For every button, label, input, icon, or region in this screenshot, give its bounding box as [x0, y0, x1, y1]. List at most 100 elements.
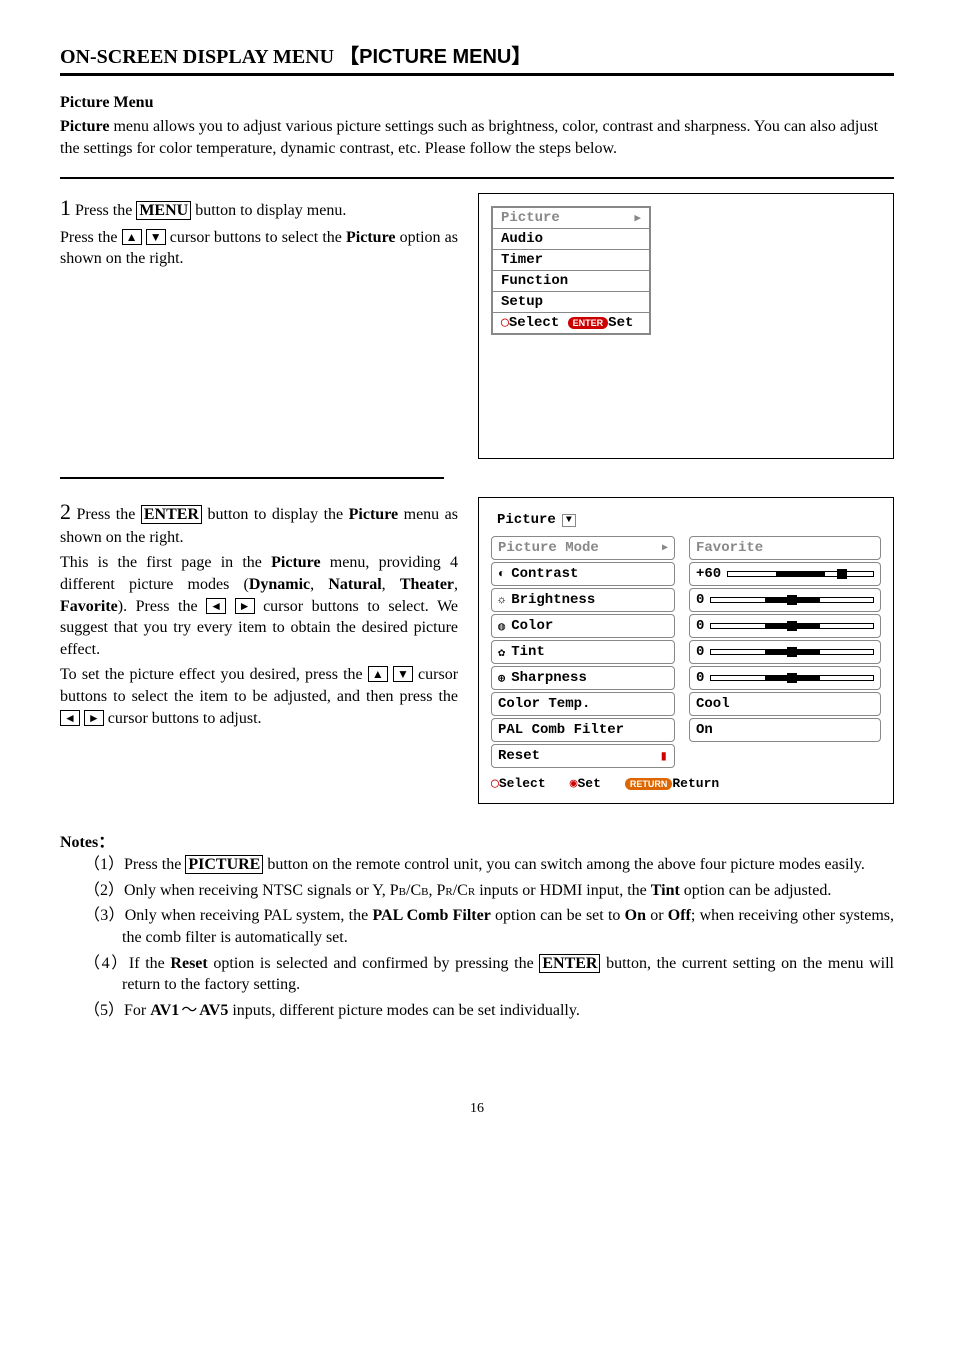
slider-thumb[interactable]	[787, 673, 797, 683]
osd-row-value-text: On	[696, 722, 713, 738]
note-1: （1）Press the PICTURE button on the remot…	[84, 854, 894, 876]
page-title: ON-SCREEN DISPLAY MENU 【PICTURE MENU】	[60, 40, 894, 69]
note-5: （5）For AV1～AV5 inputs, different picture…	[84, 1000, 894, 1022]
divider	[60, 177, 894, 179]
osd-title-text: Picture	[497, 512, 556, 528]
osd-item-audio[interactable]: Audio	[492, 229, 650, 250]
osd-row-pal-comb-filter[interactable]: PAL Comb Filter On	[491, 718, 881, 742]
osd-row-label-text: Color Temp.	[498, 696, 590, 712]
slider[interactable]	[710, 675, 874, 681]
osd-row-label: ☼Brightness	[491, 588, 675, 612]
osd-row-label-text: Tint	[511, 644, 545, 660]
osd-item-setup[interactable]: Setup	[492, 292, 650, 313]
osd-row-brightness[interactable]: ☼Brightness 0	[491, 588, 881, 612]
notes-list: （1）Press the PICTURE button on the remot…	[60, 854, 894, 1021]
right-arrow-icon: ▶	[662, 542, 668, 554]
picture-button-label: PICTURE	[185, 855, 263, 874]
osd-row-contrast[interactable]: ◐ Contrast +60	[491, 562, 881, 586]
slider[interactable]	[727, 571, 874, 577]
osd-row-color-temp-[interactable]: Color Temp. Cool	[491, 692, 881, 716]
return-pill-icon: RETURN	[625, 778, 673, 790]
osd-row-value-text: 0	[696, 670, 704, 686]
warning-icon: ▮	[660, 748, 668, 765]
note-3: （3）Only when receiving PAL system, the P…	[84, 905, 894, 948]
down-arrow-icon: ▼	[393, 666, 413, 682]
osd-row-value: On	[689, 718, 881, 742]
osd-item-picture[interactable]: Picture ▶	[492, 207, 650, 229]
osd-row-label-text: Picture Mode	[498, 540, 599, 556]
osd-label: Picture	[501, 210, 560, 226]
osd-row-label: Color Temp.	[491, 692, 675, 716]
slider[interactable]	[710, 623, 874, 629]
osd-row-label-text: Sharpness	[511, 670, 587, 686]
osd-row-value-text: 0	[696, 644, 704, 660]
osd-row-value-text: Favorite	[696, 540, 763, 556]
osd-row-sharpness[interactable]: ⊕ Sharpness 0	[491, 666, 881, 690]
osd-row-value-text: 0	[696, 618, 704, 634]
osd-row-tint[interactable]: ✿ Tint 0	[491, 640, 881, 664]
step-2-line-1: 2 Press the ENTER button to display the …	[60, 497, 458, 548]
step-1-line-1: 1 Press the MENU button to display menu.	[60, 193, 458, 223]
osd-set-label: Set	[577, 776, 600, 791]
step-2-para-2: This is the first page in the Picture me…	[60, 552, 458, 660]
contrast-icon: ◐	[498, 567, 505, 581]
osd-label: Audio	[501, 231, 543, 247]
osd-row-label-text: Reset	[498, 748, 540, 764]
osd-row-picture-mode[interactable]: Picture Mode ▶ Favorite	[491, 536, 881, 560]
osd-row-label: ◍Color	[491, 614, 675, 638]
title-prefix: ON-SCREEN DISPLAY MENU	[60, 46, 334, 68]
step-1-row: 1 Press the MENU button to display menu.…	[60, 193, 894, 459]
step-1-line-2: Press the ▲ ▼ cursor buttons to select t…	[60, 227, 458, 270]
left-arrow-icon: ◄	[206, 598, 226, 614]
osd-row-value-text: Cool	[696, 696, 730, 712]
enter-button-label: ENTER	[141, 505, 202, 524]
down-arrow-icon: ▼	[146, 229, 166, 245]
slider-thumb[interactable]	[787, 647, 797, 657]
osd-row-label-text: Contrast	[511, 566, 578, 582]
step-number-1: 1	[60, 195, 71, 220]
divider	[60, 477, 444, 479]
osd-row-label: Picture Mode ▶	[491, 536, 675, 560]
osd-label: Setup	[501, 294, 543, 310]
osd-label: Function	[501, 273, 568, 289]
step-2-row: 2 Press the ENTER button to display the …	[60, 497, 894, 804]
note-4: （4）If the Reset option is selected and c…	[84, 953, 894, 996]
osd-select-label: Select	[509, 315, 559, 331]
osd-footer: ◯Select ENTERSet	[492, 313, 650, 334]
select-icon: ◯	[501, 316, 509, 329]
tint-icon: ✿	[498, 645, 505, 660]
osd-row-value: 0	[689, 588, 881, 612]
osd-item-function[interactable]: Function	[492, 271, 650, 292]
page-number: 16	[60, 1101, 894, 1117]
osd-row-reset[interactable]: Reset ▮	[491, 744, 881, 768]
intro-text: menu allows you to adjust various pictur…	[60, 118, 878, 157]
up-arrow-icon: ▲	[368, 666, 388, 682]
osd-main-menu: Picture ▶ Audio Timer Function Setup ◯Se…	[491, 206, 651, 335]
osd-row-label: ✿ Tint	[491, 640, 675, 664]
osd-row-label-text: PAL Comb Filter	[498, 722, 624, 738]
osd-row-value: +60	[689, 562, 881, 586]
osd-row-value: Cool	[689, 692, 881, 716]
slider[interactable]	[710, 649, 874, 655]
sharpness-icon: ⊕	[498, 671, 505, 686]
picture-menu-heading: Picture Menu	[60, 94, 894, 112]
osd-row-value: Favorite	[689, 536, 881, 560]
slider-thumb[interactable]	[837, 569, 847, 579]
color-icon: ◍	[498, 619, 505, 634]
osd-item-timer[interactable]: Timer	[492, 250, 650, 271]
osd-row-color[interactable]: ◍Color 0	[491, 614, 881, 638]
osd-picture-title: Picture ▼	[491, 510, 582, 530]
osd-row-label: ◐ Contrast	[491, 562, 675, 586]
slider-thumb[interactable]	[787, 621, 797, 631]
slider[interactable]	[710, 597, 874, 603]
picture-word: Picture	[349, 506, 398, 523]
notes-heading: Notes：	[60, 828, 894, 852]
osd-picture-grid: Picture Mode▶Favorite◐Contrast+60☼Bright…	[491, 536, 881, 768]
osd-label: Timer	[501, 252, 543, 268]
slider-thumb[interactable]	[787, 595, 797, 605]
osd-return-label: Return	[672, 776, 719, 791]
right-arrow-icon: ▶	[634, 211, 641, 225]
enter-pill-icon: ENTER	[568, 317, 609, 329]
step-1-text: 1 Press the MENU button to display menu.…	[60, 193, 458, 274]
menu-button-label: MENU	[136, 201, 191, 220]
